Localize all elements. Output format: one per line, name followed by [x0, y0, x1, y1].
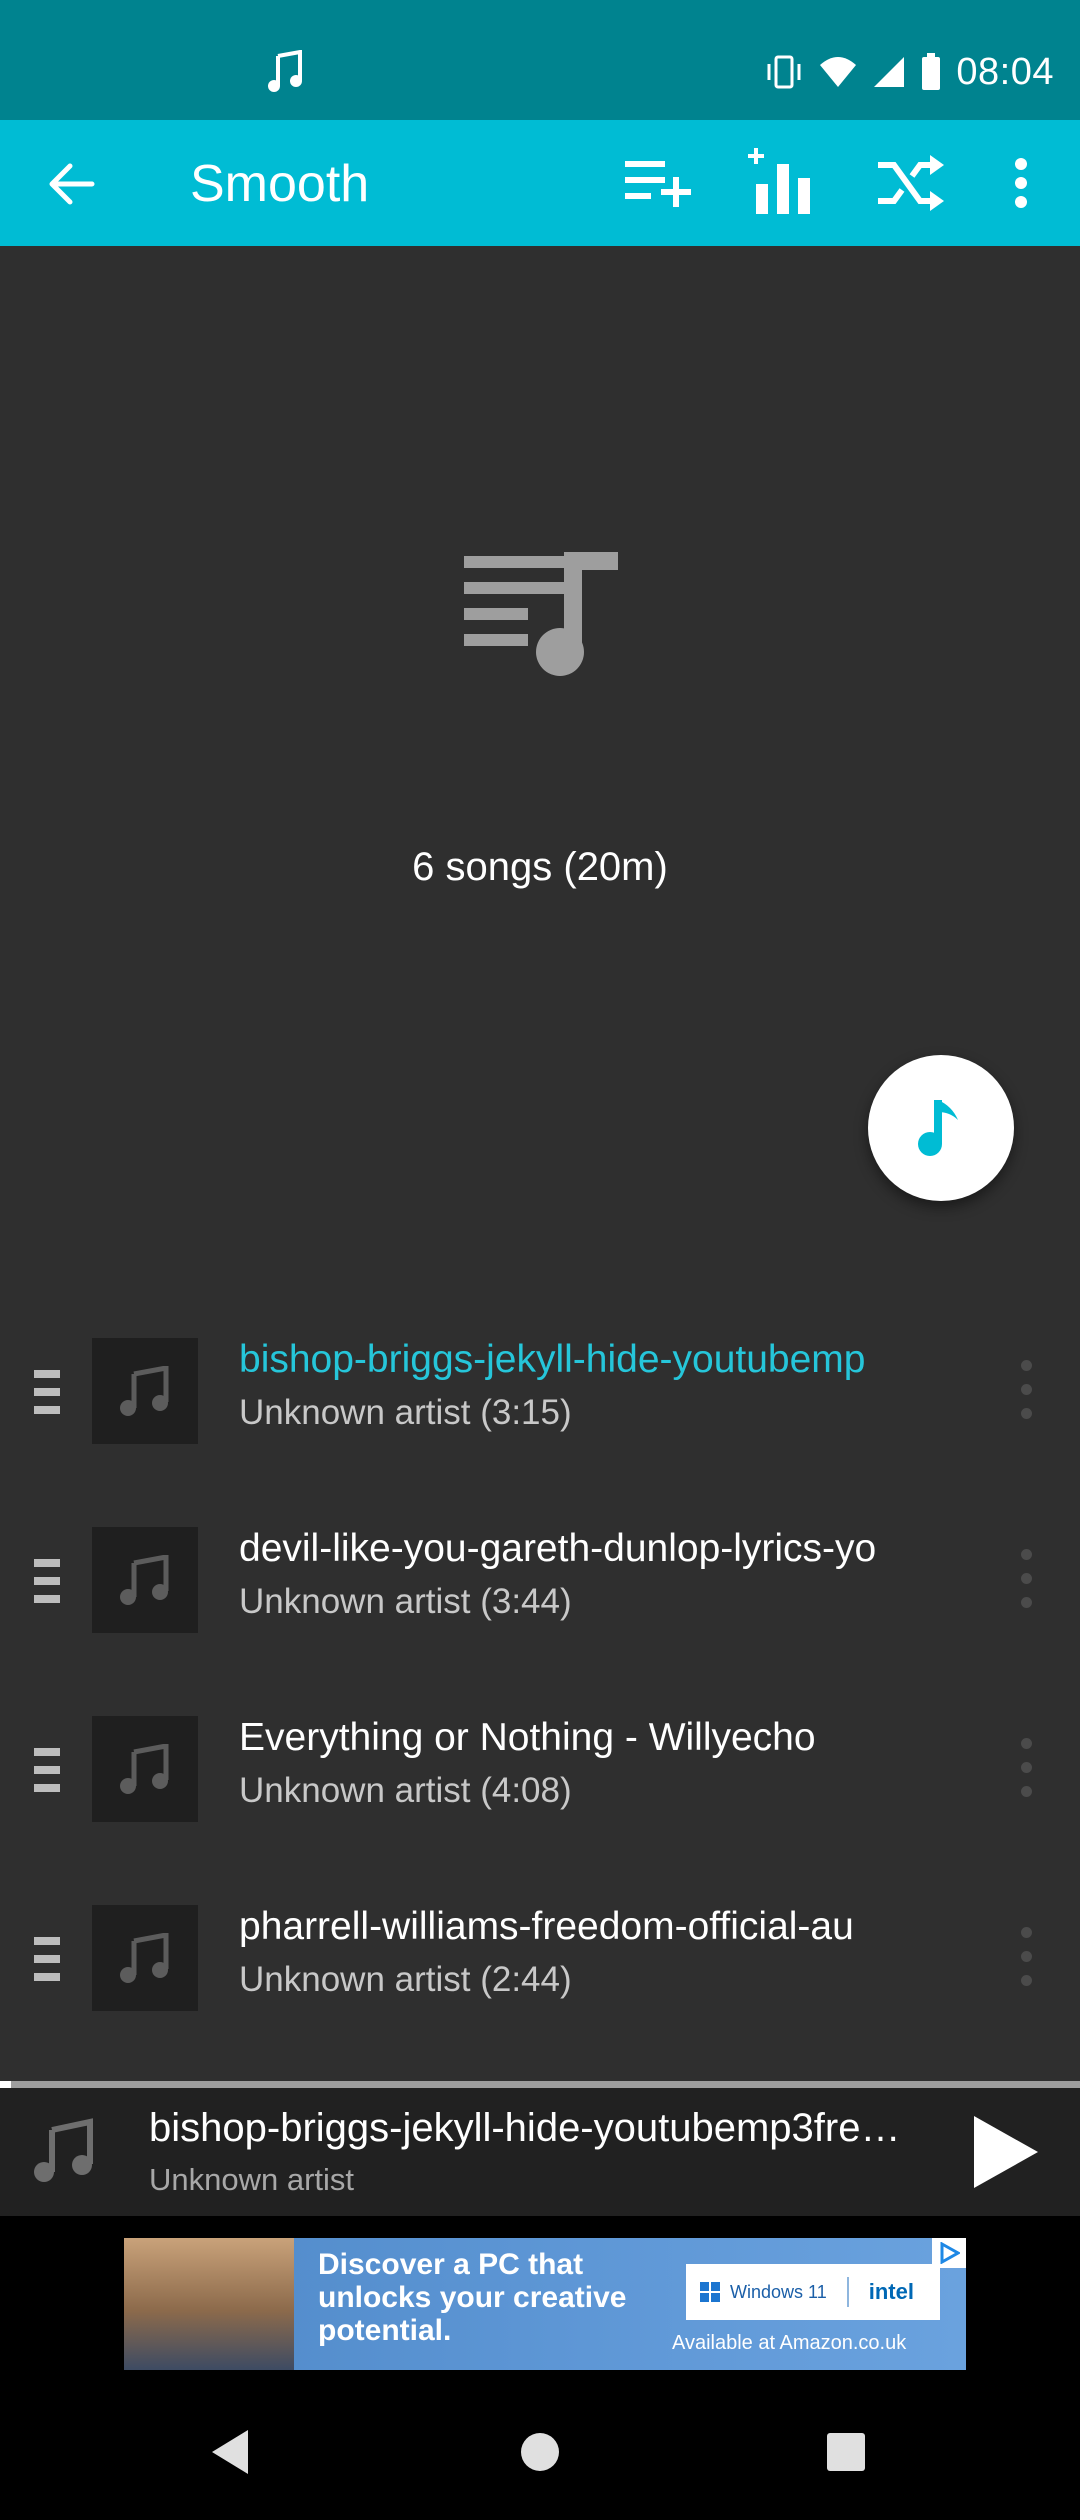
windows-logo-icon	[700, 2282, 720, 2302]
song-subtitle: Unknown artist (3:44)	[239, 1582, 572, 1621]
song-list: bishop-briggs-jekyll-hide-youtubemp Unkn…	[0, 1300, 1080, 2056]
song-title: devil-like-you-gareth-dunlop-lyrics-yo	[239, 1527, 877, 1570]
album-art	[92, 1905, 198, 2011]
music-note-icon	[120, 1744, 169, 1794]
more-vert-icon[interactable]	[1018, 1360, 1034, 1420]
ad-choices-icon[interactable]	[932, 2238, 966, 2268]
mini-player[interactable]: bishop-briggs-jekyll-hide-youtubemp3fre……	[0, 2088, 1080, 2216]
nav-back-button[interactable]	[200, 2422, 260, 2482]
list-item[interactable]: devil-like-you-gareth-dunlop-lyrics-yo U…	[0, 1489, 1080, 1678]
ad-footer: Available at Amazon.co.uk	[672, 2332, 907, 2354]
shuffle-icon	[878, 155, 944, 211]
nav-recents-button[interactable]	[816, 2422, 876, 2482]
add-to-queue-icon	[625, 161, 691, 207]
song-subtitle: Unknown artist (2:44)	[239, 1960, 572, 1999]
drag-handle-icon[interactable]	[34, 1748, 60, 1792]
ad-badge-divider	[846, 2277, 849, 2307]
signal-icon	[874, 57, 905, 87]
play-icon[interactable]	[964, 2112, 1044, 2192]
playback-progress-fill	[0, 2081, 11, 2088]
song-title: pharrell-williams-freedom-official-au	[239, 1905, 854, 1948]
more-vert-icon[interactable]	[1018, 1549, 1034, 1609]
now-playing-title: bishop-briggs-jekyll-hide-youtubemp3fre…	[149, 2106, 901, 2150]
equalizer-icon	[748, 148, 810, 214]
song-title: Everything or Nothing - Willyecho	[239, 1716, 816, 1759]
music-note-icon	[120, 1555, 169, 1605]
music-note-icon	[120, 1933, 169, 1983]
more-vert-icon[interactable]	[1018, 1738, 1034, 1798]
list-item[interactable]: Everything or Nothing - Willyecho Unknow…	[0, 1678, 1080, 1867]
more-vert-icon[interactable]	[1018, 1927, 1034, 1987]
shuffle-button[interactable]	[868, 140, 954, 226]
song-title: bishop-briggs-jekyll-hide-youtubemp	[239, 1338, 866, 1381]
ad-image	[124, 2238, 294, 2370]
music-note-icon	[918, 1100, 958, 1156]
playlist-music-icon	[464, 552, 618, 676]
status-time: 08:04	[956, 50, 1054, 93]
nav-home-icon	[521, 2433, 559, 2471]
list-item[interactable]: bishop-briggs-jekyll-hide-youtubemp Unkn…	[0, 1300, 1080, 1489]
drag-handle-icon[interactable]	[34, 1370, 60, 1414]
system-nav-bar	[0, 2380, 1080, 2520]
ad-windows-label: Windows 11	[730, 2281, 827, 2302]
equalizer-button[interactable]	[740, 140, 826, 226]
more-options-button[interactable]	[978, 140, 1064, 226]
play-playlist-fab[interactable]	[868, 1055, 1014, 1201]
back-arrow-icon[interactable]	[44, 156, 100, 212]
album-art	[92, 1338, 198, 1444]
song-subtitle: Unknown artist (3:15)	[239, 1393, 572, 1432]
ad-intel-label: intel	[868, 2279, 914, 2304]
music-note-icon	[34, 2118, 93, 2182]
battery-icon	[922, 53, 941, 90]
album-art	[92, 1527, 198, 1633]
album-art	[92, 1716, 198, 1822]
ad-area: Discover a PC that unlocks your creative…	[0, 2216, 1080, 2380]
now-playing-artist: Unknown artist	[149, 2162, 355, 2197]
add-to-queue-button[interactable]	[616, 140, 702, 226]
playback-progress-bar[interactable]	[0, 2081, 1080, 2088]
page-title: Smooth	[190, 155, 370, 213]
more-vert-icon	[1015, 158, 1027, 208]
song-subtitle: Unknown artist (4:08)	[239, 1771, 572, 1810]
list-item[interactable]: pharrell-williams-freedom-official-au Un…	[0, 1867, 1080, 2056]
ad-banner[interactable]: Discover a PC that unlocks your creative…	[124, 2238, 966, 2370]
wifi-icon	[820, 57, 857, 87]
vibrate-icon	[767, 55, 801, 89]
status-bar: 08:04	[0, 0, 1080, 120]
drag-handle-icon[interactable]	[34, 1937, 60, 1981]
ad-brand-badge: Windows 11 intel	[686, 2264, 940, 2320]
playlist-summary: 6 songs (20m)	[412, 845, 668, 889]
ad-headline: Discover a PC that unlocks your creative…	[318, 2248, 627, 2347]
nav-back-icon	[212, 2430, 248, 2474]
music-note-icon	[268, 50, 302, 92]
nav-recents-icon	[827, 2433, 865, 2471]
app-toolbar: Smooth	[0, 120, 1080, 246]
music-note-icon	[120, 1366, 169, 1416]
drag-handle-icon[interactable]	[34, 1559, 60, 1603]
nav-home-button[interactable]	[510, 2422, 570, 2482]
